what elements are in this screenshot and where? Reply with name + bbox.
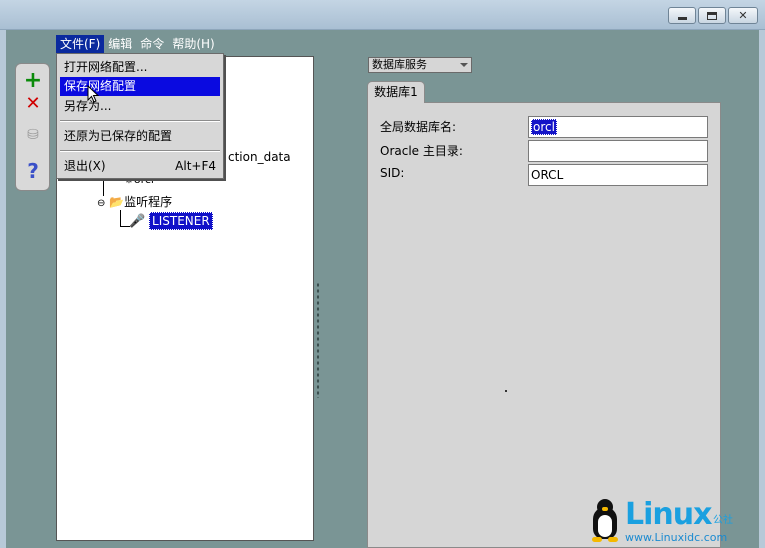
- menu-help[interactable]: 帮助(H): [168, 35, 218, 53]
- maximize-button[interactable]: [698, 7, 726, 24]
- tree-node-listeners[interactable]: ⊖ 📂监听程序: [97, 193, 172, 210]
- watermark-url: www.Linuxidc.com: [625, 531, 728, 544]
- menu-item-open-config[interactable]: 打开网络配置...: [60, 58, 220, 77]
- oracle-home-label: Oracle 主目录:: [380, 144, 463, 158]
- menu-file[interactable]: 文件(F): [56, 35, 105, 53]
- minimize-icon: [677, 17, 687, 20]
- mouse-cursor-icon: [87, 85, 99, 103]
- vertical-toolbar: + ✕ ⛁ ?: [15, 63, 50, 191]
- linuxidc-watermark: Linux 公社 www.Linuxidc.com: [585, 497, 763, 547]
- close-button[interactable]: ✕: [728, 7, 758, 24]
- minimize-button[interactable]: [668, 7, 696, 24]
- tree-node-listener[interactable]: 🎤 LISTENER: [129, 212, 213, 230]
- menu-item-save-config[interactable]: 保存网络配置: [60, 77, 220, 96]
- menu-item-revert-config[interactable]: 还原为已保存的配置: [60, 127, 220, 146]
- x-icon[interactable]: ✕: [22, 92, 44, 114]
- menu-item-exit[interactable]: 退出(X) Alt+F4: [60, 157, 220, 176]
- sid-label: SID:: [380, 166, 405, 180]
- view-selector[interactable]: 数据库服务: [368, 57, 472, 73]
- menubar: 文件(F) 编辑 命令 帮助(H): [56, 35, 219, 53]
- database-icon[interactable]: ⛁: [22, 124, 44, 146]
- menu-edit[interactable]: 编辑: [104, 35, 136, 53]
- menu-separator: [60, 150, 220, 152]
- stray-dot: [505, 390, 507, 392]
- sid-input[interactable]: ORCL: [528, 164, 708, 186]
- panel-splitter[interactable]: [316, 282, 320, 398]
- question-icon[interactable]: ?: [22, 159, 44, 183]
- plus-icon[interactable]: +: [22, 68, 44, 93]
- menu-separator: [60, 120, 220, 122]
- oracle-home-input[interactable]: [528, 140, 708, 162]
- menu-command[interactable]: 命令: [136, 35, 168, 53]
- tree-node-service-naming[interactable]: ction_data: [228, 150, 291, 164]
- window-titlebar: ✕: [0, 0, 765, 30]
- maximize-icon: [707, 11, 717, 20]
- watermark-subtitle: 公社: [713, 515, 733, 526]
- collapse-icon: ⊖: [97, 198, 106, 209]
- watermark-title: Linux: [625, 497, 712, 532]
- tab-database1[interactable]: 数据库1: [367, 81, 425, 103]
- global-db-name-input[interactable]: orcl: [528, 116, 708, 138]
- menu-item-save-as[interactable]: 另存为...: [60, 97, 220, 116]
- close-icon: ✕: [738, 9, 748, 22]
- global-db-name-label: 全局数据库名:: [380, 120, 457, 134]
- tux-icon: [590, 499, 620, 543]
- listener-icon: 🎤: [129, 214, 146, 229]
- chevron-down-icon: [460, 63, 468, 67]
- tree-line: [120, 210, 121, 227]
- file-menu-dropdown: 打开网络配置... 保存网络配置 另存为... 还原为已保存的配置 退出(X) …: [56, 53, 224, 179]
- folder-icon: 📂: [109, 195, 125, 209]
